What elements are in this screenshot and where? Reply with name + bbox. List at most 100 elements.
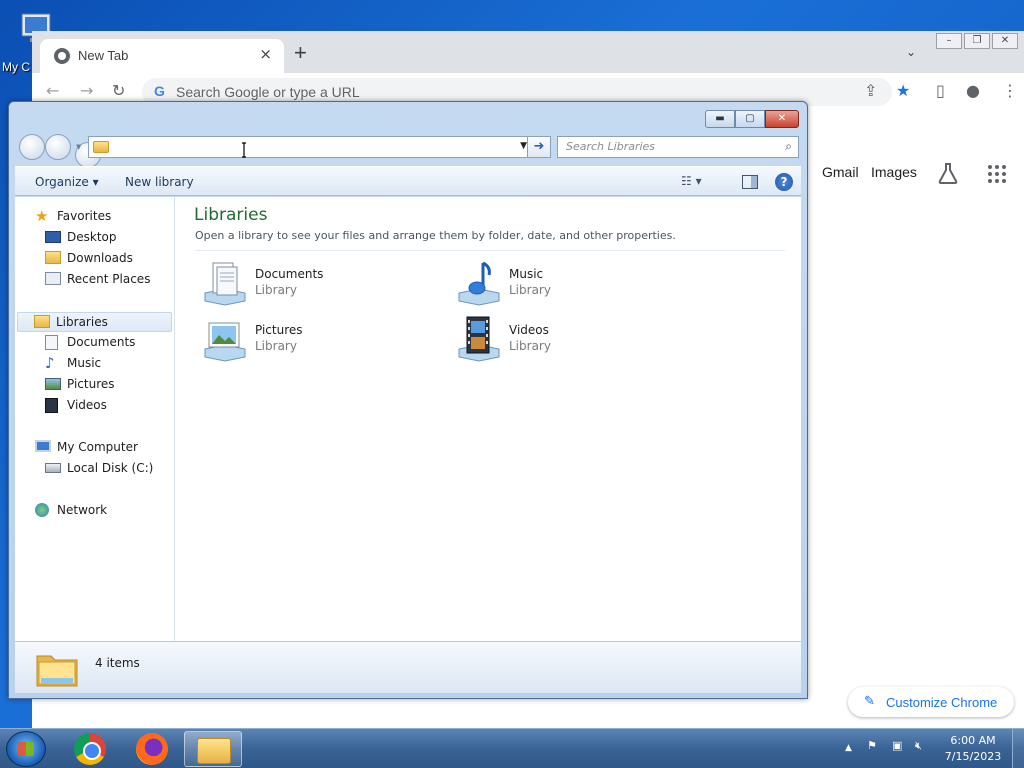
library-name: Documents bbox=[255, 267, 324, 281]
go-arrow-button[interactable]: ➜ bbox=[527, 136, 551, 158]
nav-documents-label: Documents bbox=[67, 335, 136, 349]
library-item-documents[interactable]: Documents Library bbox=[201, 259, 441, 313]
images-link[interactable]: Images bbox=[871, 164, 917, 180]
search-icon[interactable]: ⌕ bbox=[785, 139, 792, 154]
page-subtitle: Open a library to see your files and arr… bbox=[195, 229, 676, 242]
organize-button[interactable]: Organize ▾ bbox=[35, 175, 99, 189]
nav-local-disk-label: Local Disk (C:) bbox=[67, 461, 154, 475]
pictures-library-icon bbox=[204, 322, 246, 362]
nav-recent-places-label: Recent Places bbox=[67, 272, 151, 286]
customize-chrome-button[interactable]: ✎ Customize Chrome bbox=[848, 687, 1014, 717]
profile-icon[interactable]: ● bbox=[966, 81, 980, 100]
labs-flask-icon[interactable] bbox=[938, 162, 958, 184]
forward-button[interactable] bbox=[45, 134, 71, 160]
taskbar: ▲ ⚑ ▣ 🔇︎ 6:00 AM 7/15/2023 bbox=[0, 728, 1024, 768]
nav-libraries[interactable]: Libraries bbox=[17, 312, 172, 332]
preview-pane-icon[interactable] bbox=[742, 175, 758, 189]
change-view-icon[interactable]: ☷ ▾ bbox=[681, 174, 702, 188]
nav-downloads-label: Downloads bbox=[67, 251, 133, 265]
hard-drive-icon bbox=[45, 463, 61, 473]
details-pane: 4 items bbox=[15, 641, 801, 693]
taskbar-chrome-button[interactable] bbox=[60, 731, 118, 767]
new-library-button[interactable]: New library bbox=[125, 175, 194, 189]
clock-date: 7/15/2023 bbox=[944, 750, 1002, 763]
forward-arrow-icon[interactable]: → bbox=[80, 81, 93, 100]
nav-pictures-label: Pictures bbox=[67, 377, 115, 391]
help-icon[interactable]: ? bbox=[775, 173, 793, 191]
explorer-window: ▬ ▢ ✕ ▼ ▼ ➜ Search Libraries ⌕ Organize … bbox=[8, 101, 808, 699]
new-tab-button[interactable]: + bbox=[294, 42, 307, 64]
item-count: 4 items bbox=[95, 656, 140, 670]
libraries-folder-icon bbox=[36, 655, 78, 687]
apps-grid-icon[interactable] bbox=[988, 165, 1006, 183]
tab-search-icon[interactable]: ⌄ bbox=[906, 45, 916, 59]
menu-dots-icon[interactable]: ⋮ bbox=[1002, 81, 1018, 100]
explorer-body: ★ Favorites Desktop Downloads Recent Pla… bbox=[15, 197, 801, 641]
chrome-icon bbox=[74, 733, 106, 765]
clock[interactable]: 6:00 AM 7/15/2023 bbox=[936, 733, 1010, 765]
music-library-icon bbox=[458, 261, 500, 306]
action-center-icon[interactable]: ⚑ bbox=[867, 739, 877, 752]
library-item-pictures[interactable]: Pictures Library bbox=[201, 315, 441, 369]
reload-icon[interactable]: ↻ bbox=[112, 81, 125, 100]
nav-videos-label: Videos bbox=[67, 398, 107, 412]
text-cursor-icon bbox=[242, 142, 246, 158]
library-type: Library bbox=[255, 283, 297, 297]
music-note-icon: ♪ bbox=[45, 354, 55, 372]
library-type: Library bbox=[255, 339, 297, 353]
start-button[interactable] bbox=[6, 731, 46, 767]
chrome-window-controls: – ❐ ✕ bbox=[934, 33, 1018, 49]
share-icon[interactable]: ⇪ bbox=[864, 81, 877, 100]
film-icon bbox=[45, 398, 58, 413]
back-button[interactable] bbox=[19, 134, 45, 160]
taskbar-explorer-button[interactable] bbox=[184, 731, 242, 767]
gmail-link[interactable]: Gmail bbox=[822, 164, 859, 180]
content-pane: Libraries Open a library to see your fil… bbox=[191, 197, 801, 641]
library-name: Music bbox=[509, 267, 544, 281]
library-name: Pictures bbox=[255, 323, 303, 337]
libraries-folder-icon bbox=[93, 141, 109, 153]
firefox-icon bbox=[136, 733, 168, 765]
tab-new-tab[interactable]: New Tab × bbox=[40, 39, 284, 73]
search-box[interactable]: Search Libraries ⌕ bbox=[557, 136, 799, 158]
search-placeholder: Search Libraries bbox=[566, 140, 656, 153]
library-item-music[interactable]: Music Library bbox=[455, 259, 695, 313]
chrome-favicon-icon bbox=[54, 48, 70, 64]
close-icon[interactable]: ✕ bbox=[992, 33, 1018, 49]
show-hidden-icons-icon[interactable]: ▲ bbox=[845, 743, 852, 753]
navigation-pane: ★ Favorites Desktop Downloads Recent Pla… bbox=[15, 197, 175, 641]
tab-strip: New Tab × + ⌄ – ❐ ✕ bbox=[32, 31, 1024, 73]
command-bar: Organize ▾ New library ☷ ▾ ? bbox=[15, 166, 801, 196]
close-button[interactable]: ✕ bbox=[765, 110, 799, 128]
volume-muted-icon[interactable]: 🔇︎ bbox=[915, 739, 922, 753]
nav-music-label: Music bbox=[67, 356, 102, 370]
address-bar[interactable]: ▼ bbox=[88, 136, 532, 158]
maximize-button[interactable]: ▢ bbox=[735, 110, 765, 128]
desktop-icon bbox=[45, 231, 61, 243]
show-desktop-button[interactable] bbox=[1012, 729, 1024, 768]
network-status-icon[interactable]: ▣ bbox=[892, 739, 902, 752]
desktop-icon-label: My C bbox=[2, 60, 30, 74]
tab-close-icon[interactable]: × bbox=[259, 45, 272, 63]
tab-title: New Tab bbox=[78, 48, 129, 63]
nav-my-computer-label: My Computer bbox=[57, 440, 138, 454]
back-arrow-icon[interactable]: ← bbox=[46, 81, 59, 100]
nav-buttons: ▼ bbox=[19, 134, 101, 168]
bookmark-star-icon[interactable]: ★ bbox=[896, 81, 910, 100]
address-dropdown-icon[interactable]: ▼ bbox=[520, 141, 527, 151]
library-item-videos[interactable]: Videos Library bbox=[455, 315, 695, 369]
libraries-icon bbox=[34, 315, 50, 328]
videos-library-icon bbox=[458, 316, 500, 362]
nav-desktop-label: Desktop bbox=[67, 230, 117, 244]
taskbar-firefox-button[interactable] bbox=[122, 731, 180, 767]
minimize-button[interactable]: ▬ bbox=[705, 110, 735, 128]
side-panel-icon[interactable]: ▯ bbox=[936, 81, 945, 100]
page-title: Libraries bbox=[194, 205, 268, 225]
library-name: Videos bbox=[509, 323, 549, 337]
minimize-icon[interactable]: – bbox=[936, 33, 962, 49]
clock-time: 6:00 AM bbox=[950, 734, 996, 747]
downloads-folder-icon bbox=[45, 251, 61, 264]
google-g-icon: G bbox=[154, 83, 165, 99]
restore-icon[interactable]: ❐ bbox=[964, 33, 990, 49]
explorer-folder-icon bbox=[197, 738, 231, 764]
